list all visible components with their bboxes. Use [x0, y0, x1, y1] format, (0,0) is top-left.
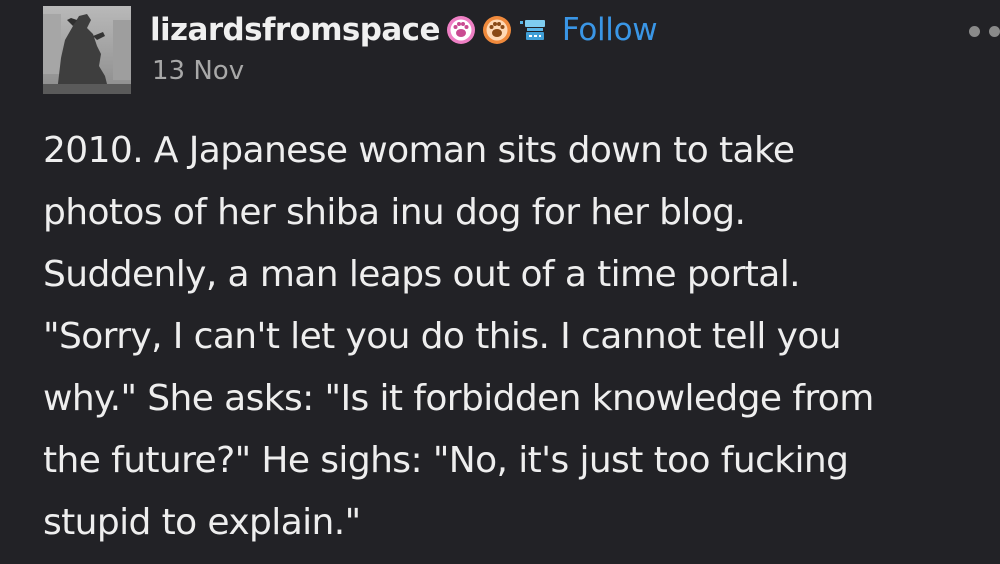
- post-text-line: photos of her shiba inu dog for her blog…: [43, 192, 746, 233]
- post-header: lizardsfromspace Follow: [150, 8, 658, 52]
- follow-button[interactable]: Follow: [562, 12, 658, 48]
- paw-badge-orange-icon[interactable]: [482, 15, 512, 45]
- author-avatar[interactable]: [43, 6, 131, 94]
- author-username[interactable]: lizardsfromspace: [150, 12, 440, 48]
- paw-badge-pink-icon[interactable]: [446, 15, 476, 45]
- more-options-button[interactable]: [969, 26, 1000, 37]
- post-text-line: why." She asks: "Is it forbidden knowled…: [43, 378, 874, 419]
- post-text-line: "Sorry, I can't let you do this. I canno…: [43, 316, 842, 357]
- post-text-line: 2010. A Japanese woman sits down to take: [43, 130, 795, 171]
- robot-badge-icon[interactable]: [518, 15, 548, 45]
- godzilla-statue-avatar-icon: [43, 6, 131, 94]
- more-dots-icon: [969, 26, 980, 37]
- post-text-line: Suddenly, a man leaps out of a time port…: [43, 254, 801, 295]
- post-date[interactable]: 13 Nov: [152, 56, 244, 86]
- post-text-line: the future?" He sighs: "No, it's just to…: [43, 440, 849, 481]
- more-dots-icon: [989, 26, 1000, 37]
- post-body: 2010. A Japanese woman sits down to take…: [43, 120, 988, 554]
- post-text-line: stupid to explain.": [43, 502, 361, 543]
